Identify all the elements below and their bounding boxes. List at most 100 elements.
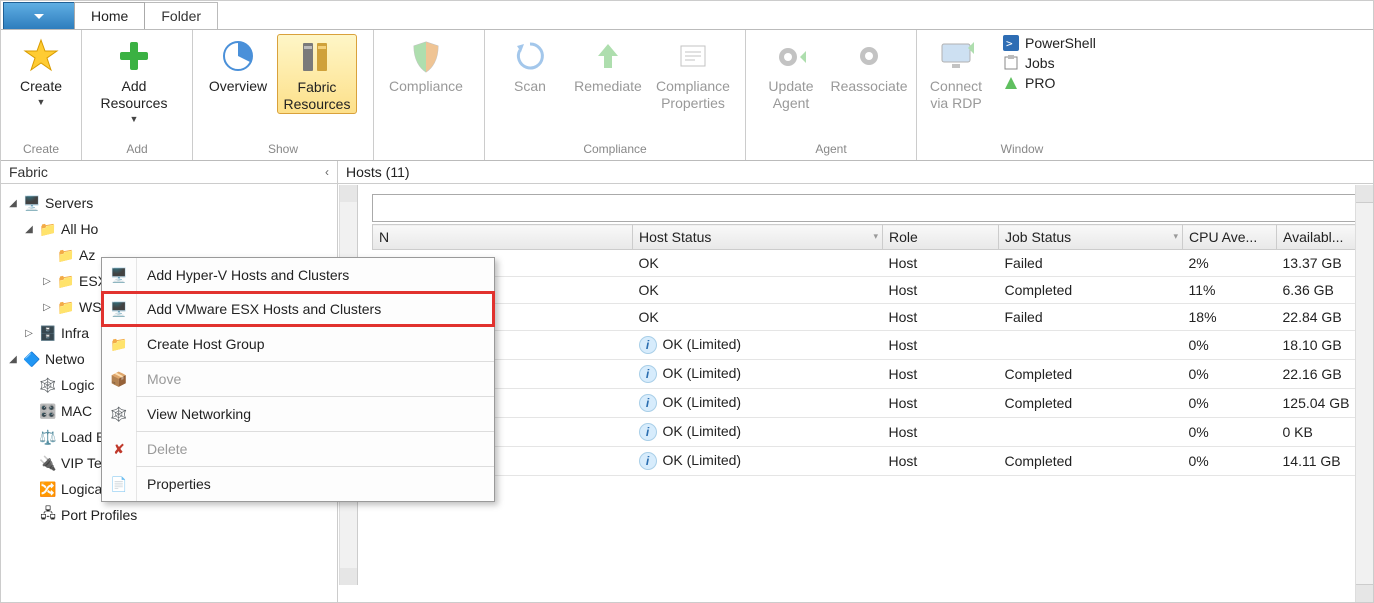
delete-icon: ✘: [113, 441, 125, 458]
chevron-down-icon: ▼: [130, 114, 139, 125]
cell-cpu: 2%: [1183, 250, 1277, 277]
col-host-status[interactable]: Host Status▾: [633, 225, 883, 250]
reassociate-button[interactable]: Reassociate: [830, 34, 908, 95]
tab-bar: Home Folder: [1, 1, 1373, 29]
cell-job: [999, 331, 1183, 360]
pro-label: PRO: [1025, 75, 1055, 91]
tree-all-hosts[interactable]: ◢📁All Ho: [7, 216, 337, 242]
table-row[interactable]: contmd107/ns2iOK (Limited)HostCompleted0…: [373, 447, 1373, 476]
connect-rdp-button[interactable]: Connect via RDP: [917, 30, 995, 142]
add-resources-button[interactable]: Add Resources ▼: [88, 34, 180, 124]
tree-infra-label: Infra: [61, 325, 89, 341]
tree-all-hosts-label: All Ho: [61, 221, 98, 237]
col-name[interactable]: N: [373, 225, 633, 250]
ctx-create-host-group[interactable]: 📁Create Host Group: [102, 327, 494, 361]
compliance-button[interactable]: Compliance: [380, 34, 472, 95]
cell-job: [999, 418, 1183, 447]
filter-icon[interactable]: ▾: [1173, 231, 1178, 242]
table-row[interactable]: OKHostFailed2%13.37 GB: [373, 250, 1373, 277]
ctx-delete[interactable]: ✘Delete: [102, 432, 494, 466]
cell-role: Host: [883, 360, 999, 389]
nav-title: Fabric: [9, 164, 48, 180]
table-row[interactable]: iOK (Limited)Host0%18.10 GB: [373, 331, 1373, 360]
tree-mac-label: MAC: [61, 403, 92, 419]
tree-networking-label: Netwo: [45, 351, 85, 367]
search-input[interactable]: [372, 194, 1365, 222]
table-row[interactable]: iOK (Limited)Host0%0 KB: [373, 418, 1373, 447]
update-agent-label: Update Agent: [768, 78, 813, 112]
svg-text:>: >: [1006, 37, 1013, 50]
group-add-label: Add: [82, 142, 192, 160]
col-job-status[interactable]: Job Status▾: [999, 225, 1183, 250]
group-agent-label: Agent: [746, 142, 916, 160]
table-row[interactable]: iOK (Limited)HostCompleted0%22.16 GB: [373, 360, 1373, 389]
cell-job: Completed: [999, 360, 1183, 389]
ctx-add-vmware-label: Add VMware ESX Hosts and Clusters: [137, 301, 494, 317]
ctx-view-networking[interactable]: 🕸️View Networking: [102, 397, 494, 431]
shield-icon: [406, 36, 446, 76]
tree-servers[interactable]: ◢🖥️Servers: [7, 190, 337, 216]
refresh-icon: [510, 36, 550, 76]
powershell-button[interactable]: >PowerShell: [1001, 34, 1098, 52]
tab-folder[interactable]: Folder: [144, 2, 218, 29]
remediate-button[interactable]: Remediate: [569, 34, 647, 95]
ctx-add-vmware[interactable]: 🖥️Add VMware ESX Hosts and Clusters: [102, 292, 494, 326]
table-row[interactable]: OKHostFailed18%22.84 GB: [373, 304, 1373, 331]
cell-job: Completed: [999, 447, 1183, 476]
col-cpu[interactable]: CPU Ave...: [1183, 225, 1277, 250]
scan-button[interactable]: Scan: [491, 34, 569, 95]
cell-cpu: 0%: [1183, 418, 1277, 447]
ctx-add-hyperv[interactable]: 🖥️Add Hyper-V Hosts and Clusters: [102, 258, 494, 292]
fabric-resources-button[interactable]: Fabric Resources: [277, 34, 357, 114]
cell-status: iOK (Limited): [633, 418, 883, 447]
ctx-view-networking-label: View Networking: [137, 406, 494, 422]
hosts-grid: N Host Status▾ Role Job Status▾ CPU Ave.…: [372, 224, 1373, 476]
cell-role: Host: [883, 418, 999, 447]
table-row[interactable]: OKHostCompleted11%6.36 GB: [373, 277, 1373, 304]
group-compliance-label: Compliance: [485, 142, 745, 160]
group-empty-1: [374, 142, 484, 160]
content-header-label: Hosts (11): [346, 164, 410, 180]
cell-role: Host: [883, 331, 999, 360]
gear-icon: [849, 36, 889, 76]
cell-status: iOK (Limited): [633, 331, 883, 360]
folder-icon: 📁: [39, 220, 57, 238]
cell-job: Failed: [999, 250, 1183, 277]
ctx-move[interactable]: 📦Move: [102, 362, 494, 396]
create-label: Create: [20, 78, 62, 95]
load-balancer-icon: ⚖️: [39, 428, 57, 446]
tab-home[interactable]: Home: [74, 2, 145, 29]
star-icon: [21, 36, 61, 76]
properties-icon: [673, 36, 713, 76]
compliance-properties-button[interactable]: Compliance Properties: [647, 34, 739, 112]
cell-cpu: 0%: [1183, 331, 1277, 360]
overview-button[interactable]: Overview: [199, 34, 277, 95]
info-icon: i: [639, 394, 657, 412]
col-role[interactable]: Role: [883, 225, 999, 250]
network-icon: 🔷: [23, 350, 41, 368]
compliance-properties-label: Compliance Properties: [656, 78, 730, 112]
tree-port-profiles[interactable]: 🖧Port Profiles: [7, 502, 337, 528]
cell-status: OK: [633, 304, 883, 331]
servers-icon: 🖥️: [23, 194, 41, 212]
app-menu-tab[interactable]: [3, 2, 75, 29]
server-icon: 🗄️: [39, 324, 57, 342]
table-row[interactable]: iOK (Limited)HostCompleted0%125.04 GB: [373, 389, 1373, 418]
cell-cpu: 11%: [1183, 277, 1277, 304]
compliance-label: Compliance: [389, 78, 463, 95]
scan-label: Scan: [514, 78, 546, 95]
jobs-button[interactable]: Jobs: [1001, 54, 1098, 72]
create-button[interactable]: Create ▼: [7, 34, 75, 108]
tree-az-label: Az: [79, 247, 95, 263]
tree-logic-label: Logic: [61, 377, 94, 393]
add-resources-label: Add Resources: [101, 78, 168, 112]
collapse-icon[interactable]: ‹: [325, 165, 329, 179]
update-agent-button[interactable]: Update Agent: [752, 34, 830, 112]
cell-role: Host: [883, 447, 999, 476]
vertical-scrollbar[interactable]: [1355, 185, 1373, 602]
info-icon: i: [639, 452, 657, 470]
ctx-properties[interactable]: 📄Properties: [102, 467, 494, 501]
filter-icon[interactable]: ▾: [873, 231, 878, 242]
pro-button[interactable]: PRO: [1001, 74, 1098, 92]
logical-network-icon: 🕸️: [39, 376, 57, 394]
